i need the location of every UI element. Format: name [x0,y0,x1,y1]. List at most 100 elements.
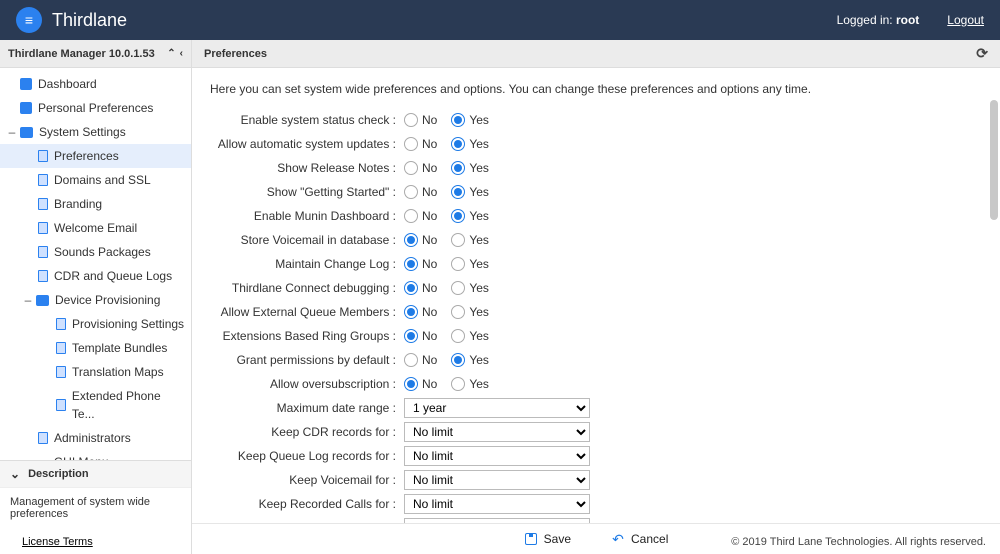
radio-no[interactable]: No [404,209,437,223]
nav-tree[interactable]: Dashboard Personal Preferences –System S… [0,68,191,460]
nav-template-bundles[interactable]: Template Bundles [0,336,191,360]
select-keep-cdr[interactable]: No limit [404,422,590,442]
page-icon [56,318,66,330]
radio-no[interactable]: No [404,113,437,127]
radio-yes[interactable]: Yes [451,185,489,199]
row-max-date: Maximum date range :1 year [210,398,982,418]
row-status-check: Enable system status check :NoYes [210,110,982,130]
radio-no[interactable]: No [404,353,437,367]
label: Show Release Notes : [210,161,396,175]
radio-no[interactable]: No [404,233,437,247]
radio-no[interactable]: No [404,257,437,271]
label: Keep Recorded Calls for : [210,497,396,511]
row-connect-debug: Thirdlane Connect debugging : No Yes [210,278,982,298]
nav-translation-maps[interactable]: Translation Maps [0,360,191,384]
minus-icon[interactable]: – [22,291,34,309]
radio-no[interactable]: No [404,377,437,391]
nav-dashboard[interactable]: Dashboard [0,72,191,96]
save-button[interactable]: Save [524,532,571,546]
radio-yes[interactable]: Yes [451,113,489,127]
radio-no[interactable]: No [404,185,437,199]
radio-yes[interactable]: Yes [451,329,489,343]
nav-domains-ssl[interactable]: Domains and SSL [0,168,191,192]
description-label: Description [28,468,89,480]
label: Thirdlane Connect debugging : [210,281,396,295]
page-icon [38,222,48,234]
nav-personal-prefs[interactable]: Personal Preferences [0,96,191,120]
sidebar-header: Thirdlane Manager 10.0.1.53 ⌃ ‹ [0,40,191,68]
select-keep-vm[interactable]: No limit [404,470,590,490]
page-icon [38,270,48,282]
select-keep-calls[interactable]: No limit [404,494,590,514]
nav-provisioning-settings[interactable]: Provisioning Settings [0,312,191,336]
label: Keep Voicemail for : [210,473,396,487]
radio-no[interactable]: No [404,329,437,343]
minus-icon[interactable]: – [6,123,18,141]
label: Grant permissions by default : [210,353,396,367]
nav-administrators[interactable]: Administrators [0,426,191,450]
logout-link[interactable]: Logout [947,13,984,27]
intro-text: Here you can set system wide preferences… [210,82,982,96]
label: Allow oversubscription : [210,377,396,391]
nav-cdr-queue-logs[interactable]: CDR and Queue Logs [0,264,191,288]
scrollbar-thumb[interactable] [990,100,998,220]
description-text: Management of system wide preferences [0,487,191,530]
collapse-left-icon[interactable]: ‹ [180,48,183,59]
folder-icon [36,295,49,306]
select-max-date[interactable]: 1 year [404,398,590,418]
sidebar-title: Thirdlane Manager 10.0.1.53 [8,48,155,60]
radio-yes[interactable]: Yes [451,137,489,151]
radio-yes[interactable]: Yes [451,161,489,175]
radio-no[interactable]: No [404,161,437,175]
topbar: ≡ Thirdlane Logged in: root Logout [0,0,1000,40]
nav-welcome-email[interactable]: Welcome Email [0,216,191,240]
cancel-button[interactable]: ↶ Cancel [611,532,668,546]
row-keep-change: Keep Change Log records for :No limit [210,518,982,523]
row-keep-calls: Keep Recorded Calls for : No limit [210,494,982,514]
page-title: Preferences [204,48,267,60]
radio-yes[interactable]: Yes [451,233,489,247]
label: Store Voicemail in database : [210,233,396,247]
select-keep-queue[interactable]: No limit [404,446,590,466]
radio-yes[interactable]: Yes [451,377,489,391]
nav-gui-menu[interactable]: GUI Menu Customization [0,450,191,460]
radio-yes[interactable]: Yes [451,209,489,223]
label: Keep Queue Log records for : [210,449,396,463]
row-auto-updates: Allow automatic system updates : No Yes [210,134,982,154]
description-toggle[interactable]: ⌄ Description [0,460,191,487]
scrollbar[interactable] [990,100,998,475]
undo-icon: ↶ [611,532,625,546]
label: Maintain Change Log : [210,257,396,271]
nav-device-provisioning[interactable]: –Device Provisioning [0,288,191,312]
nav-preferences[interactable]: Preferences [0,144,191,168]
radio-yes[interactable]: Yes [451,353,489,367]
page-icon [56,366,66,378]
label: Extensions Based Ring Groups : [210,329,396,343]
row-keep-queue: Keep Queue Log records for : No limit [210,446,982,466]
license-link[interactable]: License Terms [22,536,93,548]
nav-extended-phone[interactable]: Extended Phone Te... [0,384,191,426]
page-icon [56,342,66,354]
user-icon [20,102,32,114]
main-header: Preferences ⟳ [192,40,1000,68]
radio-yes[interactable]: Yes [451,257,489,271]
page-icon [38,246,48,258]
radio-yes[interactable]: Yes [451,281,489,295]
folder-icon [20,127,33,138]
label: Allow automatic system updates : [210,137,396,151]
nav-system-settings[interactable]: –System Settings [0,120,191,144]
radio-no[interactable]: No [404,281,437,295]
collapse-up-icon[interactable]: ⌃ [167,48,175,59]
save-icon [524,532,538,546]
brand-name: Thirdlane [52,10,127,31]
nav-branding[interactable]: Branding [0,192,191,216]
label: Enable Munin Dashboard : [210,209,396,223]
radio-no[interactable]: No [404,137,437,151]
label: Keep CDR records for : [210,425,396,439]
select-keep-change[interactable]: No limit [404,518,590,523]
content-scroll[interactable]: Here you can set system wide preferences… [192,68,1000,523]
refresh-icon[interactable]: ⟳ [976,45,988,62]
radio-yes[interactable]: Yes [451,305,489,319]
nav-sounds-packages[interactable]: Sounds Packages [0,240,191,264]
radio-no[interactable]: No [404,305,437,319]
